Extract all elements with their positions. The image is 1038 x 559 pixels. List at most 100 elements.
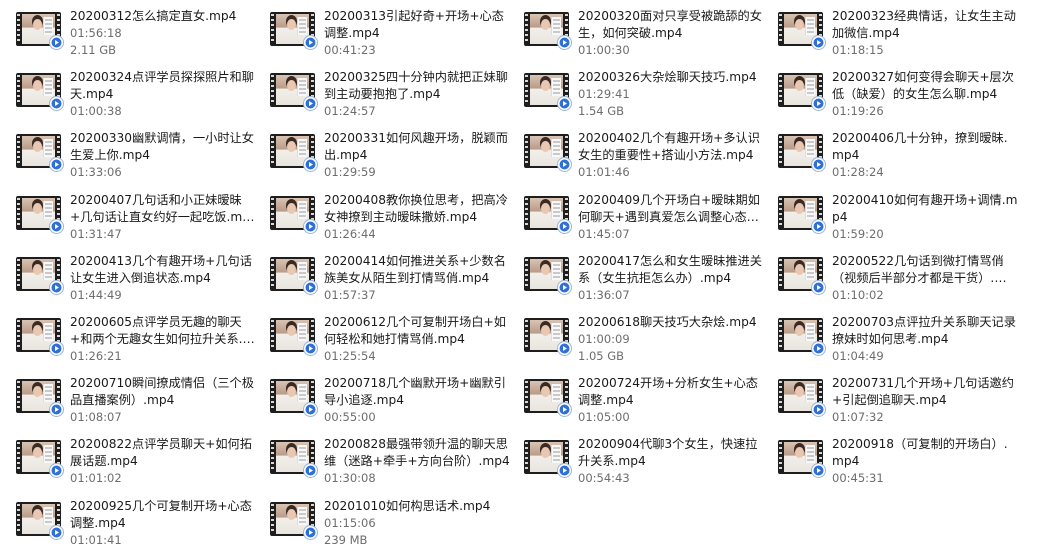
video-file-item[interactable]: 20200407几句话和小正妹暧昧+几句话让直女约好一起吃饭.mp4 01:31… — [16, 190, 270, 251]
video-thumbnail — [270, 69, 318, 115]
video-file-item[interactable]: 20200406几十分钟，撩到暧昧.mp4 01:28:24 — [778, 128, 1032, 189]
file-duration: 01:01:46 — [578, 165, 630, 180]
video-file-item[interactable]: 20200313引起好奇+开场+心态调整.mp4 00:41:23 — [270, 6, 524, 67]
player-app-badge-icon — [49, 524, 64, 540]
player-app-badge-icon — [303, 279, 318, 295]
file-name: 20200410如何有趣开场+调情.mp4 — [832, 192, 1018, 224]
file-duration: 00:54:43 — [578, 471, 630, 486]
video-file-item[interactable]: 20200703点评拉升关系聊天记录撩妹时如何思考.mp4 01:04:49 — [778, 312, 1032, 373]
file-name: 20200406几十分钟，撩到暧昧.mp4 — [832, 131, 1008, 163]
file-duration: 00:45:31 — [832, 471, 884, 486]
file-name: 20200323经典情话，让女生主动加微信.mp4 — [832, 9, 1016, 40]
player-app-badge-icon — [811, 96, 826, 112]
file-duration: 01:25:54 — [324, 348, 376, 363]
file-duration: 01:29:59 — [324, 165, 376, 180]
video-file-item[interactable]: 20200417怎么和女生暧昧推进关系（女生抗拒怎么办）.mp4 01:36:0… — [524, 251, 778, 312]
video-file-item[interactable]: 20200408教你换位思考，把高冷女神撩到主动暧昧撒娇.mp4 01:26:4… — [270, 190, 524, 251]
file-duration: 01:30:08 — [324, 471, 376, 486]
video-thumbnail — [16, 498, 64, 544]
file-name: 20200408教你换位思考，把高冷女神撩到主动暧昧撒娇.mp4 — [324, 192, 508, 224]
video-file-item[interactable]: 20200822点评学员聊天+如何拓展话题.mp4 01:01:02 — [16, 434, 270, 495]
video-thumbnail — [778, 375, 826, 421]
file-name: 20200918（可复制的开场白）.mp4 — [832, 437, 1008, 469]
player-app-badge-icon — [303, 157, 318, 173]
file-duration: 01:28:24 — [832, 165, 884, 180]
video-thumbnail — [270, 314, 318, 360]
player-app-badge-icon — [49, 218, 64, 234]
video-file-item[interactable]: 20200618聊天技巧大杂烩.mp4 01:00:09 1.05 GB — [524, 312, 778, 373]
file-duration: 01:00:30 — [578, 43, 630, 57]
file-name: 20200407几句话和小正妹暧昧+几句话让直女约好一起吃饭.mp4 — [70, 192, 250, 224]
video-thumbnail — [524, 314, 572, 360]
player-app-badge-icon — [811, 402, 826, 418]
player-app-badge-icon — [557, 340, 572, 356]
player-app-badge-icon — [303, 35, 318, 50]
video-file-item[interactable]: 20200413几个有趣开场+几句话让女生进入倒追状态.mp4 01:44:49 — [16, 251, 270, 312]
file-name: 20200724开场+分析女生+心态调整.mp4 — [578, 376, 758, 408]
video-thumbnail — [524, 253, 572, 299]
video-file-item[interactable]: 20200904代聊3个女生，快速拉升关系.mp4 00:54:43 — [524, 434, 778, 495]
file-duration: 01:15:06 — [324, 515, 376, 530]
file-name: 20200413几个有趣开场+几句话让女生进入倒追状态.mp4 — [70, 253, 252, 285]
file-duration: 01:00:38 — [70, 104, 122, 119]
video-file-item[interactable]: 20200323经典情话，让女生主动加微信.mp4 01:18:15 — [778, 6, 1032, 67]
file-name: 20201010如何构思话术.mp4 — [324, 498, 491, 513]
player-app-badge-icon — [557, 218, 572, 234]
player-app-badge-icon — [49, 35, 64, 50]
player-app-badge-icon — [49, 157, 64, 173]
player-app-badge-icon — [49, 402, 64, 418]
video-thumbnail — [16, 314, 64, 360]
video-file-item[interactable]: 20200330幽默调情，一小时让女生爱上你.mp4 01:33:06 — [16, 128, 270, 189]
file-name: 20200325四十分钟内就把正妹聊到主动要抱抱了.mp4 — [324, 70, 508, 102]
file-name: 20200822点评学员聊天+如何拓展话题.mp4 — [70, 437, 252, 469]
video-file-item[interactable]: 20200312怎么搞定直女.mp4 01:56:18 2.11 GB — [16, 6, 270, 67]
video-file-item[interactable]: 20200331如何风趣开场，脱颖而出.mp4 01:29:59 — [270, 128, 524, 189]
video-file-item[interactable]: 20200320面对只享受被跪舔的女生，如何突破.mp4 01:00:30 — [524, 6, 778, 67]
file-name: 20200313引起好奇+开场+心态调整.mp4 — [324, 9, 504, 40]
video-file-item[interactable]: 20200925几个可复制开场+心态调整.mp4 01:01:41 — [16, 496, 270, 557]
video-file-item[interactable]: 20200325四十分钟内就把正妹聊到主动要抱抱了.mp4 01:24:57 — [270, 67, 524, 128]
video-thumbnail — [524, 375, 572, 421]
video-thumbnail — [16, 130, 64, 176]
video-file-item[interactable]: 20200409几个开场白+暧昧期如何聊天+遇到真爱怎么调整心态+几... 01… — [524, 190, 778, 251]
video-file-item[interactable]: 20200326大杂烩聊天技巧.mp4 01:29:41 1.54 GB — [524, 67, 778, 128]
video-thumbnail — [270, 192, 318, 238]
file-name: 20200312怎么搞定直女.mp4 — [70, 9, 237, 23]
video-file-item[interactable]: 20200612几个可复制开场白+如何轻松和她打情骂俏.mp4 01:25:54 — [270, 312, 524, 373]
video-file-item[interactable]: 20200410如何有趣开场+调情.mp4 01:59:20 — [778, 190, 1032, 251]
file-duration: 01:26:21 — [70, 348, 122, 363]
video-file-item[interactable]: 20200324点评学员探探照片和聊天.mp4 01:00:38 — [16, 67, 270, 128]
video-file-item[interactable]: 20200402几个有趣开场+多认识女生的重要性+搭讪小方法.mp4 01:01… — [524, 128, 778, 189]
video-file-item[interactable]: 20200918（可复制的开场白）.mp4 00:45:31 — [778, 434, 1032, 495]
player-app-badge-icon — [811, 35, 826, 50]
video-file-item[interactable]: 20200724开场+分析女生+心态调整.mp4 01:05:00 — [524, 373, 778, 434]
file-name: 20200327如何变得会聊天+层次低（缺爱）的女生怎么聊.mp4 — [832, 70, 1014, 102]
player-app-badge-icon — [811, 157, 826, 173]
video-file-item[interactable]: 20200710瞬间撩成情侣（三个极品直播案例）.mp4 01:08:07 — [16, 373, 270, 434]
file-name: 20200414如何推进关系+少数名族美女从陌生到打情骂俏.mp4 — [324, 253, 506, 285]
video-thumbnail — [524, 192, 572, 238]
video-thumbnail — [270, 498, 318, 544]
video-thumbnail — [778, 8, 826, 54]
file-duration: 01:01:41 — [70, 532, 122, 547]
file-size: 1.54 GB — [578, 104, 625, 119]
file-duration: 01:00:09 — [578, 331, 630, 346]
video-file-item[interactable]: 20200828最强带领升温的聊天思维（迷路+牵手+方向台阶）.mp4 01:3… — [270, 434, 524, 495]
video-file-item[interactable]: 20200718几个幽默开场+幽默引导小追逐.mp4 00:55:00 — [270, 373, 524, 434]
player-app-badge-icon — [557, 157, 572, 173]
file-name: 20200402几个有趣开场+多认识女生的重要性+搭讪小方法.mp4 — [578, 131, 760, 163]
player-app-badge-icon — [49, 340, 64, 356]
video-thumbnail — [16, 375, 64, 421]
video-file-item[interactable]: 20200522几句话到微打情骂俏（视频后半部分才都是干货）.mp4 01:10… — [778, 251, 1032, 312]
video-thumbnail — [524, 130, 572, 176]
video-file-item[interactable]: 20200414如何推进关系+少数名族美女从陌生到打情骂俏.mp4 01:57:… — [270, 251, 524, 312]
video-file-item[interactable]: 20201010如何构思话术.mp4 01:15:06 239 MB — [270, 496, 524, 557]
file-name: 20200618聊天技巧大杂烩.mp4 — [578, 314, 757, 329]
video-file-item[interactable]: 20200731几个开场+几句话邀约+引起倒追聊天.mp4 01:07:32 — [778, 373, 1032, 434]
file-name: 20200612几个可复制开场白+如何轻松和她打情骂俏.mp4 — [324, 314, 506, 346]
file-name: 20200904代聊3个女生，快速拉升关系.mp4 — [578, 437, 758, 469]
file-size: 1.05 GB — [578, 348, 625, 363]
video-file-item[interactable]: 20200605点评学员无趣的聊天+和两个无趣女生如何拉升关系.mp4 01:2… — [16, 312, 270, 373]
file-duration: 01:44:49 — [70, 287, 122, 302]
video-file-item[interactable]: 20200327如何变得会聊天+层次低（缺爱）的女生怎么聊.mp4 01:19:… — [778, 67, 1032, 128]
